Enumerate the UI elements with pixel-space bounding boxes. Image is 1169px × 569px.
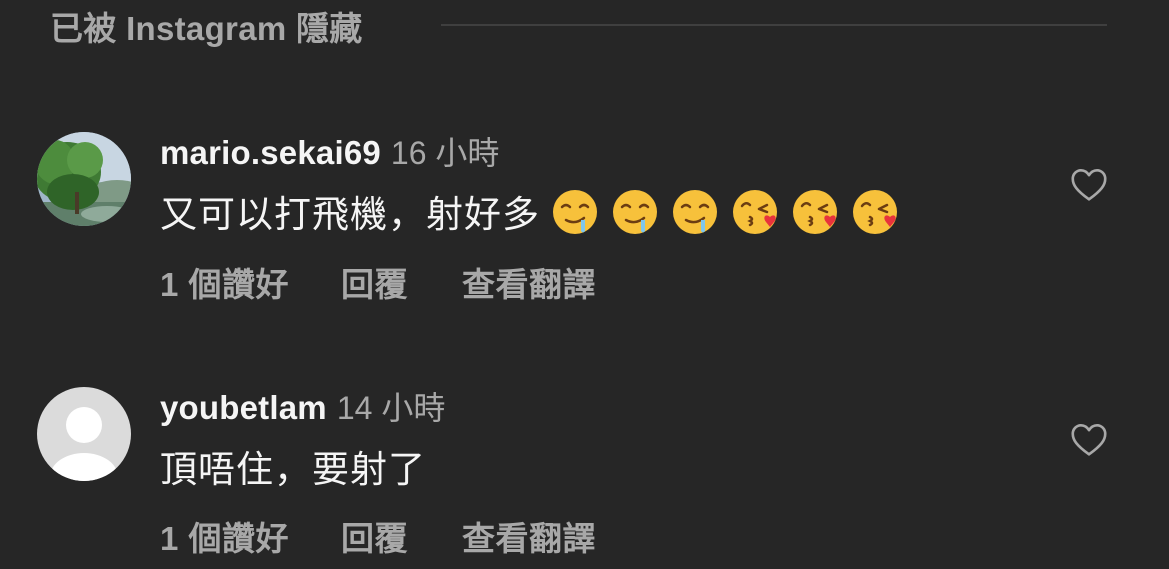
emoji-row (540, 190, 900, 235)
timestamp: 14 小時 (336, 390, 446, 426)
timestamp: 16 小時 (390, 135, 500, 171)
translate-button[interactable]: 查看翻譯 (462, 258, 596, 306)
face-blowing-kiss-icon (853, 190, 897, 234)
comment-text: 又可以打飛機，射好多 (160, 184, 900, 238)
default-profile-icon (37, 387, 131, 481)
reply-button[interactable]: 回覆 (341, 258, 408, 306)
comment-actions: 1 個讚好 回覆 查看翻譯 (160, 258, 596, 306)
username[interactable]: mario.sekai69 (160, 134, 381, 172)
face-blowing-kiss-icon (793, 190, 837, 234)
comment-meta: youbetlam 14 小時 (160, 383, 445, 429)
drooling-face-icon (553, 190, 597, 234)
likes-count[interactable]: 1 個讚好 (160, 258, 289, 306)
reply-button[interactable]: 回覆 (341, 512, 408, 560)
avatar[interactable] (37, 387, 131, 481)
comment-body: 又可以打飛機，射好多 (160, 194, 540, 235)
avatar[interactable] (37, 132, 131, 226)
username[interactable]: youbetlam (160, 389, 327, 427)
face-blowing-kiss-icon (733, 190, 777, 234)
translate-button[interactable]: 查看翻譯 (462, 512, 596, 560)
comment-meta: mario.sekai69 16 小時 (160, 128, 499, 174)
landscape-photo-icon (37, 132, 131, 226)
drooling-face-icon (673, 190, 717, 234)
heart-icon[interactable] (1070, 423, 1108, 457)
comment-text: 頂唔住，要射了 (160, 439, 426, 493)
hidden-comments-label[interactable]: 已被 Instagram 隱藏 (50, 2, 363, 50)
likes-count[interactable]: 1 個讚好 (160, 512, 289, 560)
comment-body: 頂唔住，要射了 (160, 449, 426, 490)
divider (441, 24, 1107, 26)
comments-panel: 已被 Instagram 隱藏 mario.sekai69 16 小時 又可以打… (0, 0, 1169, 569)
heart-icon[interactable] (1070, 168, 1108, 202)
comment-actions: 1 個讚好 回覆 查看翻譯 (160, 512, 596, 560)
drooling-face-icon (613, 190, 657, 234)
